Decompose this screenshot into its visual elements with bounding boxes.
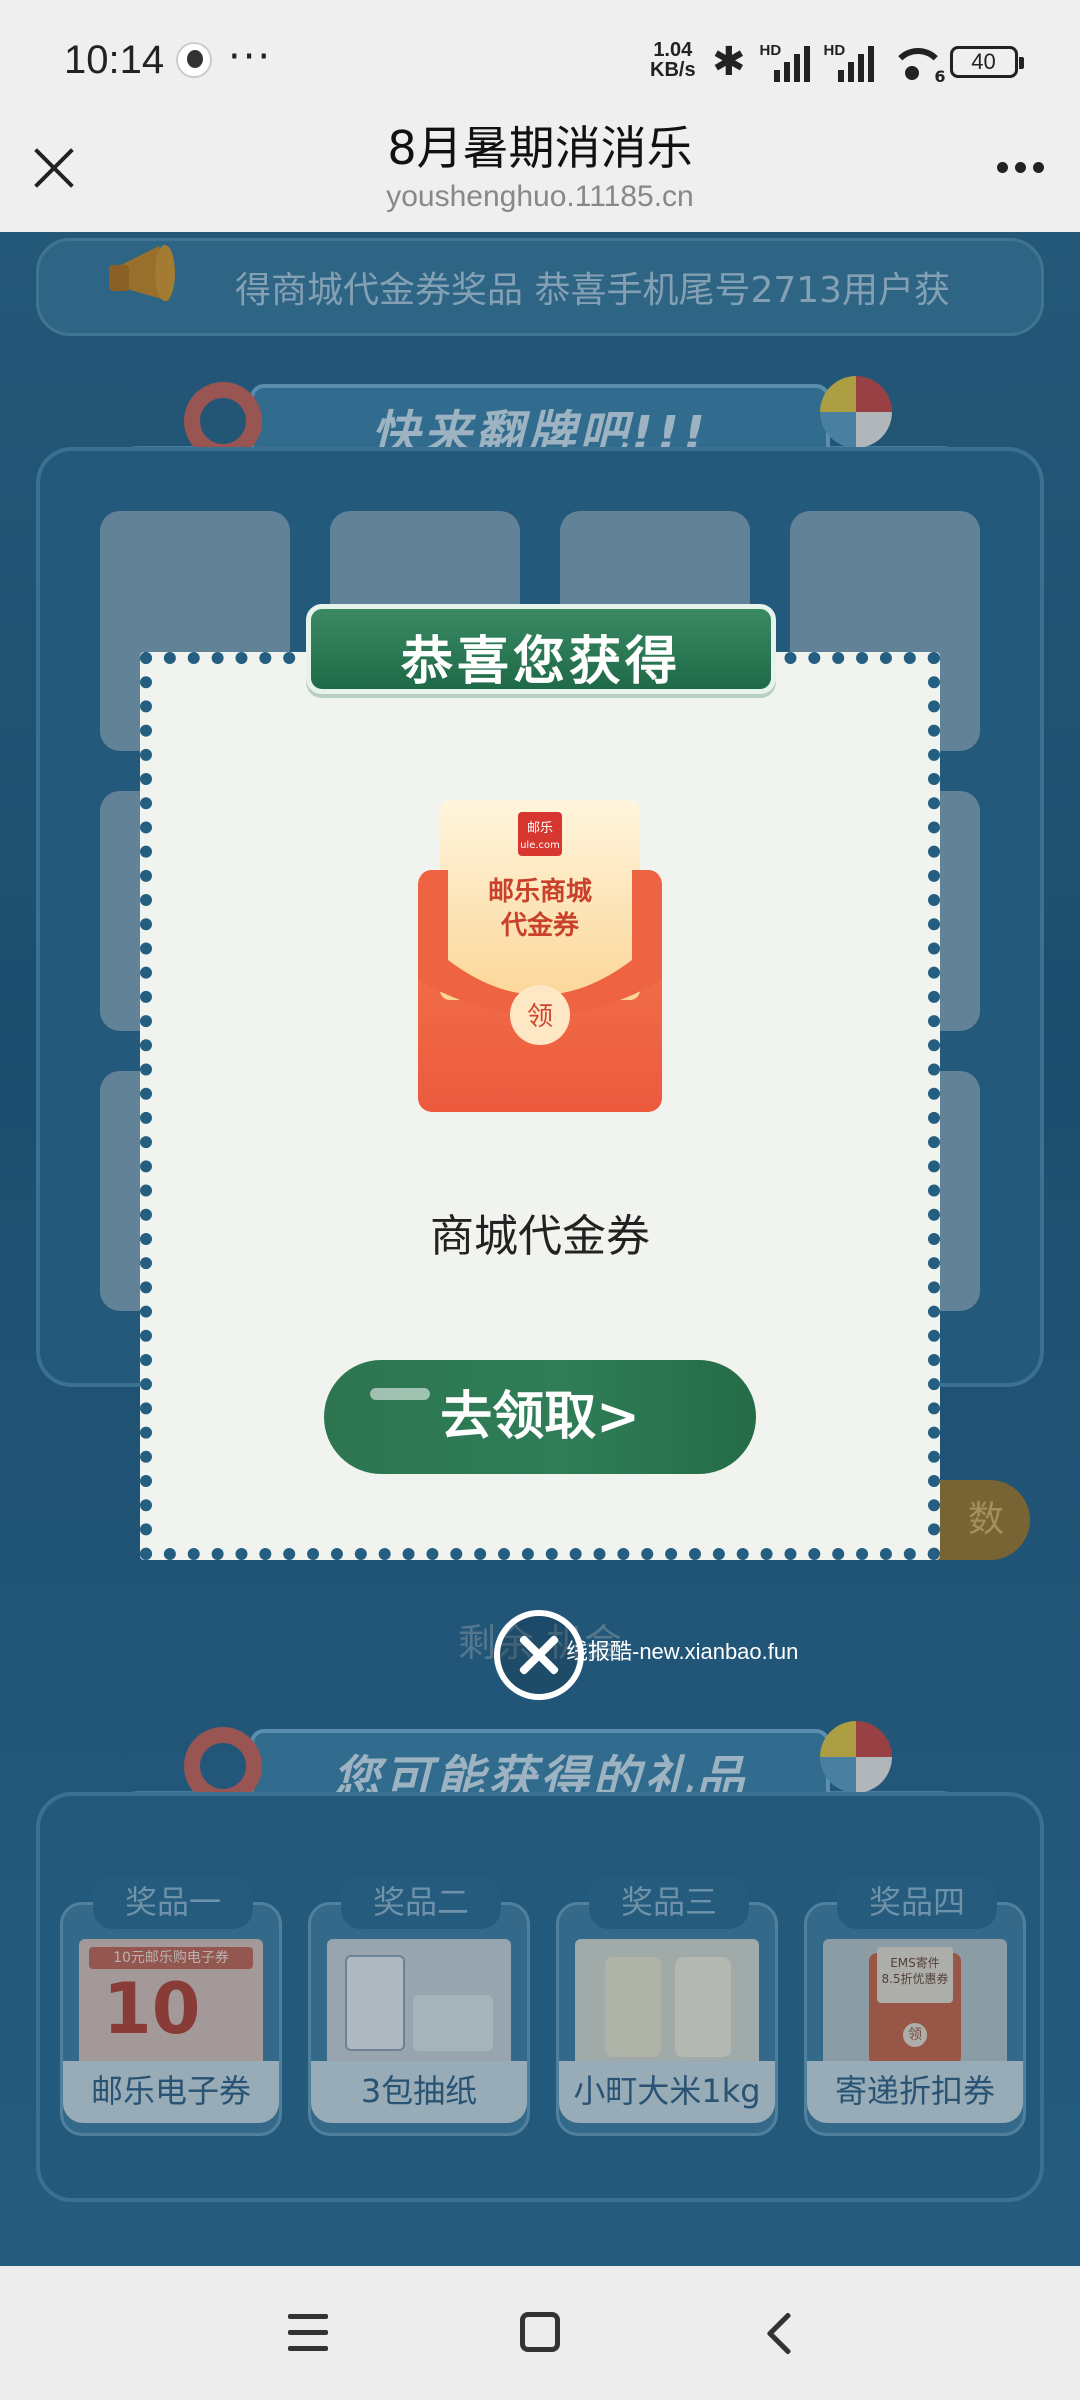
prize-name: 商城代金券 [430, 1211, 650, 1262]
voucher-envelope-image: 邮乐 ule.com 邮乐商城 代金券 领 [418, 800, 662, 1112]
more-notifications-icon: ··· [228, 34, 273, 80]
sim2-hd-label: HD [823, 42, 846, 59]
wifi-icon: 6 [888, 42, 946, 86]
system-nav-bar [0, 2266, 1080, 2400]
status-time: 10:14 [64, 38, 165, 82]
watermark: 线报酷-new.xianbao.fun [566, 1639, 799, 1664]
sim1-hd-label: HD [759, 42, 782, 59]
prize-modal-header: 恭喜您获得 [306, 604, 776, 694]
envelope-logo-line1: 邮乐 [527, 821, 553, 836]
claim-button[interactable]: 去领取> [324, 1360, 756, 1474]
more-options-icon[interactable] [997, 162, 1044, 173]
avatar-icon [176, 42, 212, 78]
bluetooth-icon: ✱ [712, 39, 746, 85]
prize-modal-title: 恭喜您获得 [400, 632, 681, 692]
home-icon[interactable] [520, 2312, 560, 2352]
back-icon[interactable] [758, 2312, 798, 2352]
battery-icon: 40 [949, 46, 1024, 78]
wifi-badge: 6 [934, 67, 946, 86]
envelope-line1: 邮乐商城 [488, 876, 592, 907]
page-title: 8月暑期消消乐 [387, 121, 693, 175]
signal-icon-1: HD [760, 42, 810, 82]
envelope-line2: 代金券 [500, 910, 580, 941]
status-bar: 10:14 ··· 1.04 KB/s ✱ HD HD 6 40 [0, 0, 1080, 120]
network-speed-unit: KB/s [650, 59, 696, 81]
menu-icon[interactable] [288, 2314, 328, 2352]
envelope-badge: 领 [527, 1002, 553, 1032]
page-url: youshenghuo.11185.cn [386, 180, 694, 213]
network-speed-value: 1.04 [653, 39, 693, 61]
network-speed: 1.04 KB/s [650, 40, 696, 80]
browser-title-bar: 8月暑期消消乐 youshenghuo.11185.cn [0, 120, 1080, 232]
status-icons: ✱ HD HD 6 40 [712, 39, 1024, 86]
envelope-logo-line2: ule.com [520, 840, 560, 851]
claim-button-label: 去领取> [440, 1387, 640, 1447]
signal-icon-2: HD [824, 42, 874, 82]
